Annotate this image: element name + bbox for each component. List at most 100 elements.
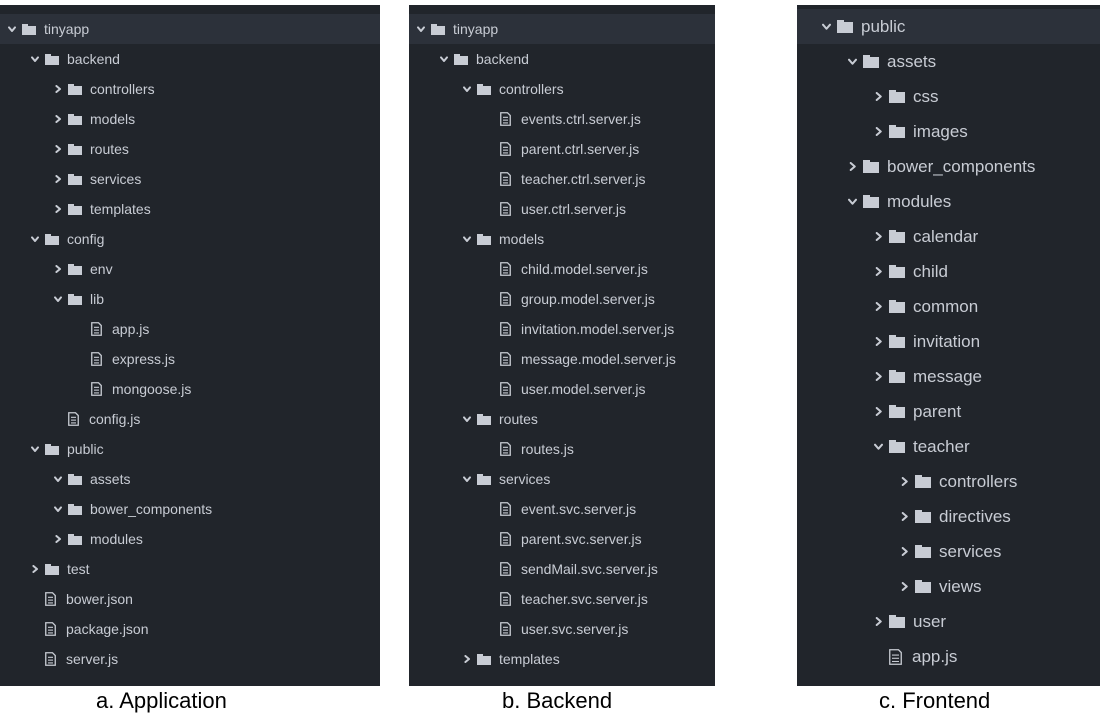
chevron-down-icon[interactable] [848, 57, 857, 66]
tree-folder-modules[interactable]: modules [797, 184, 1100, 219]
tree-folder-public[interactable]: public [0, 434, 380, 464]
chevron-right-icon[interactable] [874, 302, 883, 311]
tree-file-config-js[interactable]: config.js [0, 404, 380, 434]
chevron-down-icon[interactable] [54, 505, 62, 513]
tree-folder-message[interactable]: message [797, 359, 1100, 394]
chevron-right-icon[interactable] [874, 127, 883, 136]
chevron-right-icon[interactable] [900, 547, 909, 556]
tree-file-message-model-server-js[interactable]: message.model.server.js [409, 344, 715, 374]
chevron-right-icon[interactable] [874, 407, 883, 416]
chevron-down-icon[interactable] [54, 295, 62, 303]
chevron-right-icon[interactable] [900, 512, 909, 521]
tree-file-server-js[interactable]: server.js [0, 644, 380, 674]
tree-folder-tinyapp[interactable]: tinyapp [409, 14, 715, 44]
chevron-down-icon[interactable] [822, 22, 831, 31]
chevron-down-icon[interactable] [848, 197, 857, 206]
chevron-right-icon[interactable] [31, 565, 39, 573]
tree-folder-assets[interactable]: assets [0, 464, 380, 494]
tree-file-child-model-server-js[interactable]: child.model.server.js [409, 254, 715, 284]
tree-folder-directives[interactable]: directives [797, 499, 1100, 534]
chevron-down-icon[interactable] [8, 25, 16, 33]
tree-folder-routes[interactable]: routes [0, 134, 380, 164]
tree-folder-assets[interactable]: assets [797, 44, 1100, 79]
tree-file-bower-json[interactable]: bower.json [0, 584, 380, 614]
chevron-right-icon[interactable] [874, 232, 883, 241]
chevron-down-icon[interactable] [463, 415, 471, 423]
tree-folder-controllers[interactable]: controllers [797, 464, 1100, 499]
chevron-right-icon[interactable] [54, 145, 62, 153]
tree-file-user-model-server-js[interactable]: user.model.server.js [409, 374, 715, 404]
tree-file-parent-ctrl-server-js[interactable]: parent.ctrl.server.js [409, 134, 715, 164]
tree-folder-user[interactable]: user [797, 604, 1100, 639]
tree-folder-tinyapp[interactable]: tinyapp [0, 14, 380, 44]
tree-folder-backend[interactable]: backend [409, 44, 715, 74]
chevron-down-icon[interactable] [463, 235, 471, 243]
tree-folder-services[interactable]: services [797, 534, 1100, 569]
tree-folder-models[interactable]: models [0, 104, 380, 134]
tree-file-event-svc-server-js[interactable]: event.svc.server.js [409, 494, 715, 524]
tree-folder-images[interactable]: images [797, 114, 1100, 149]
tree-file-sendmail-svc-server-js[interactable]: sendMail.svc.server.js [409, 554, 715, 584]
tree-folder-routes[interactable]: routes [409, 404, 715, 434]
tree-folder-config[interactable]: config [0, 224, 380, 254]
chevron-right-icon[interactable] [900, 582, 909, 591]
chevron-down-icon[interactable] [440, 55, 448, 63]
chevron-right-icon[interactable] [54, 115, 62, 123]
chevron-down-icon[interactable] [31, 235, 39, 243]
tree-file-routes-js[interactable]: routes.js [409, 434, 715, 464]
tree-folder-templates[interactable]: templates [409, 644, 715, 674]
chevron-right-icon[interactable] [54, 205, 62, 213]
chevron-down-icon[interactable] [463, 85, 471, 93]
tree-folder-calendar[interactable]: calendar [797, 219, 1100, 254]
chevron-down-icon[interactable] [54, 475, 62, 483]
tree-folder-public[interactable]: public [797, 9, 1100, 44]
chevron-right-icon[interactable] [874, 617, 883, 626]
tree-folder-invitation[interactable]: invitation [797, 324, 1100, 359]
tree-file-user-ctrl-server-js[interactable]: user.ctrl.server.js [409, 194, 715, 224]
chevron-right-icon[interactable] [874, 337, 883, 346]
tree-file-app-js[interactable]: app.js [0, 314, 380, 344]
chevron-right-icon[interactable] [54, 85, 62, 93]
tree-folder-templates[interactable]: templates [0, 194, 380, 224]
chevron-down-icon[interactable] [417, 25, 425, 33]
tree-file-invitation-model-server-js[interactable]: invitation.model.server.js [409, 314, 715, 344]
tree-file-package-json[interactable]: package.json [0, 614, 380, 644]
chevron-right-icon[interactable] [900, 477, 909, 486]
tree-file-mongoose-js[interactable]: mongoose.js [0, 374, 380, 404]
tree-file-parent-svc-server-js[interactable]: parent.svc.server.js [409, 524, 715, 554]
tree-folder-services[interactable]: services [0, 164, 380, 194]
tree-file-user-svc-server-js[interactable]: user.svc.server.js [409, 614, 715, 644]
tree-folder-child[interactable]: child [797, 254, 1100, 289]
chevron-right-icon[interactable] [874, 92, 883, 101]
tree-file-group-model-server-js[interactable]: group.model.server.js [409, 284, 715, 314]
tree-folder-models[interactable]: models [409, 224, 715, 254]
tree-folder-views[interactable]: views [797, 569, 1100, 604]
tree-folder-test[interactable]: test [0, 554, 380, 584]
chevron-down-icon[interactable] [31, 55, 39, 63]
chevron-down-icon[interactable] [874, 442, 883, 451]
tree-folder-common[interactable]: common [797, 289, 1100, 324]
tree-file-events-ctrl-server-js[interactable]: events.ctrl.server.js [409, 104, 715, 134]
tree-folder-controllers[interactable]: controllers [409, 74, 715, 104]
chevron-right-icon[interactable] [463, 655, 471, 663]
tree-file-teacher-svc-server-js[interactable]: teacher.svc.server.js [409, 584, 715, 614]
tree-folder-modules[interactable]: modules [0, 524, 380, 554]
chevron-right-icon[interactable] [848, 162, 857, 171]
tree-folder-controllers[interactable]: controllers [0, 74, 380, 104]
tree-folder-teacher[interactable]: teacher [797, 429, 1100, 464]
tree-folder-parent[interactable]: parent [797, 394, 1100, 429]
chevron-down-icon[interactable] [31, 445, 39, 453]
tree-folder-bower-components[interactable]: bower_components [797, 149, 1100, 184]
chevron-down-icon[interactable] [463, 475, 471, 483]
chevron-right-icon[interactable] [874, 267, 883, 276]
tree-folder-lib[interactable]: lib [0, 284, 380, 314]
chevron-right-icon[interactable] [54, 265, 62, 273]
tree-folder-backend[interactable]: backend [0, 44, 380, 74]
tree-file-teacher-ctrl-server-js[interactable]: teacher.ctrl.server.js [409, 164, 715, 194]
tree-folder-css[interactable]: css [797, 79, 1100, 114]
chevron-right-icon[interactable] [54, 535, 62, 543]
chevron-right-icon[interactable] [54, 175, 62, 183]
tree-file-app-js[interactable]: app.js [797, 639, 1100, 674]
tree-folder-env[interactable]: env [0, 254, 380, 284]
chevron-right-icon[interactable] [874, 372, 883, 381]
